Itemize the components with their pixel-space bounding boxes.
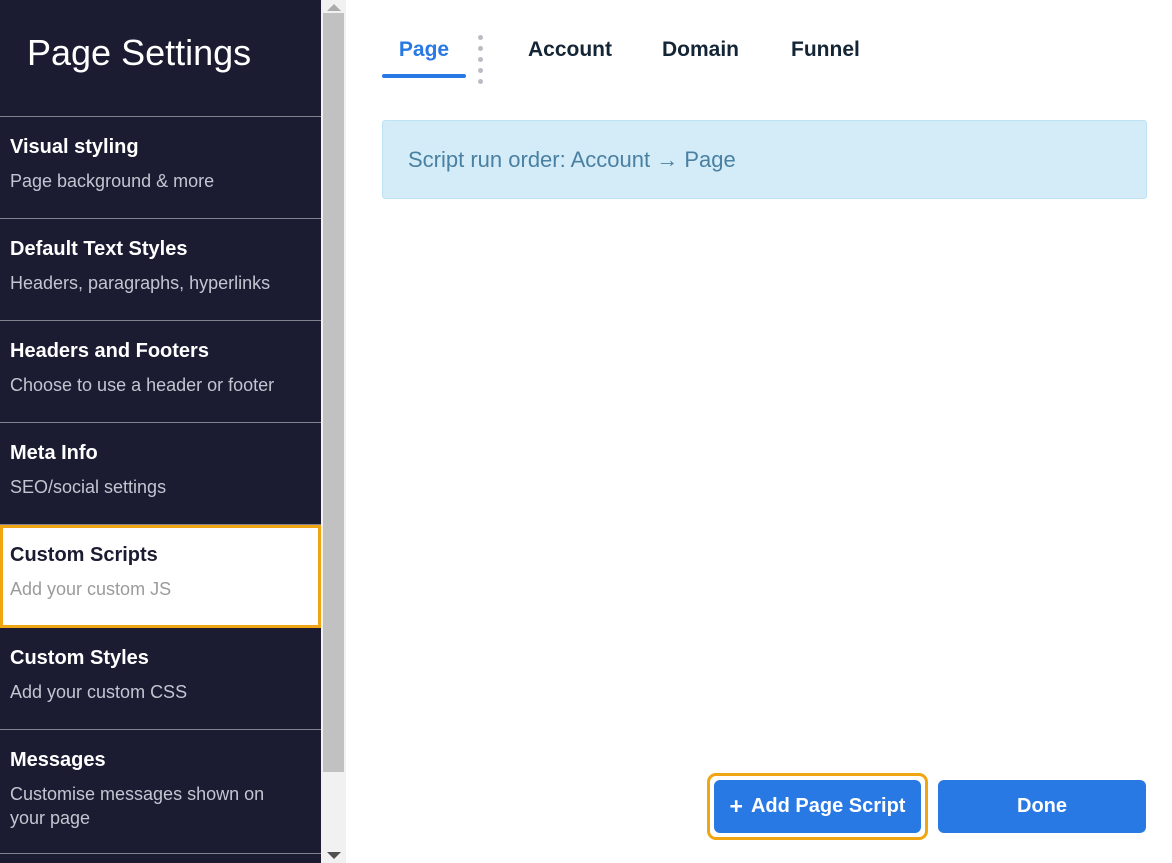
sidebar-item-title: Visual styling [10,134,311,160]
sidebar-item-subtitle: Page background & more [10,169,290,193]
sidebar-item-title: Messages [10,747,311,773]
sidebar-item-custom-scripts[interactable]: Custom Scripts Add your custom JS [0,525,321,628]
sidebar-item-title: Custom Styles [10,645,311,671]
add-page-script-button[interactable]: + Add Page Script [714,780,921,833]
sidebar: Page Settings Visual styling Page backgr… [0,0,321,863]
sidebar-scrollbar[interactable] [321,0,346,863]
scroll-down-icon[interactable] [327,852,341,859]
tab-domain[interactable]: Domain [662,37,739,62]
sidebar-header: Page Settings [0,0,321,117]
sidebar-item-subtitle: SEO/social settings [10,475,290,499]
sidebar-item-title: Custom Scripts [10,542,311,568]
sidebar-item-title: Headers and Footers [10,338,311,364]
done-button[interactable]: Done [938,780,1146,833]
scroll-up-icon[interactable] [327,4,341,11]
sidebar-item-default-text-styles[interactable]: Default Text Styles Headers, paragraphs,… [0,219,321,321]
sidebar-item-subtitle: Add your custom CSS [10,680,290,704]
add-page-script-highlight: + Add Page Script [707,773,928,840]
tab-separator-dots [478,35,483,84]
scrollbar-thumb[interactable] [323,13,344,772]
add-page-script-label: Add Page Script [751,795,905,818]
tab-bar: Page Account Domain Funnel [346,0,1172,84]
sidebar-item-custom-styles[interactable]: Custom Styles Add your custom CSS [0,628,321,730]
sidebar-item-headers-and-footers[interactable]: Headers and Footers Choose to use a head… [0,321,321,423]
script-run-order-text: Script run order: Account → Page [383,147,736,173]
plus-icon: + [730,795,743,818]
page-settings-dialog: Page Settings Visual styling Page backgr… [0,0,1172,863]
sidebar-item-subtitle: Customise messages shown on your page [10,782,290,830]
sidebar-item-messages[interactable]: Messages Customise messages shown on you… [0,730,321,854]
sidebar-item-meta-info[interactable]: Meta Info SEO/social settings [0,423,321,525]
tab-page-label: Page [399,37,449,62]
sidebar-item-subtitle: Add your custom JS [10,577,290,601]
tab-page[interactable]: Page [382,37,466,78]
sidebar-item-subtitle: Choose to use a header or footer [10,373,290,397]
tab-funnel[interactable]: Funnel [791,37,860,62]
main-panel: Page Account Domain Funnel Script run or… [346,0,1172,863]
page-title: Page Settings [27,30,301,76]
sidebar-item-visual-styling[interactable]: Visual styling Page background & more [0,117,321,219]
tab-account[interactable]: Account [528,37,612,62]
sidebar-item-title: Default Text Styles [10,236,311,262]
active-tab-underline [382,74,466,78]
script-run-order-banner: Script run order: Account → Page [382,120,1147,199]
sidebar-item-title: Meta Info [10,440,311,466]
sidebar-item-subtitle: Headers, paragraphs, hyperlinks [10,271,290,295]
